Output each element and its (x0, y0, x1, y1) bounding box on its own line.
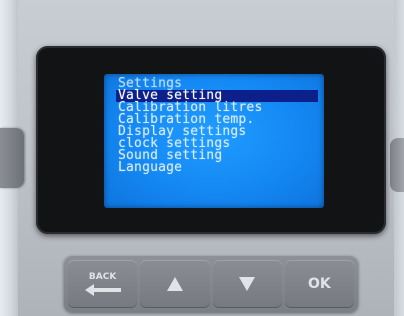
ok-button-label: OK (308, 276, 331, 292)
down-button[interactable] (212, 260, 282, 308)
right-side-tab (390, 138, 404, 192)
back-button[interactable]: BACK (68, 260, 138, 308)
menu-item-language[interactable]: Language (116, 161, 318, 174)
lcd-screen: Settings Valve setting Calibration litre… (104, 74, 324, 208)
triangle-up-icon (166, 277, 183, 291)
back-button-label: BACK (88, 272, 117, 282)
ok-button[interactable]: OK (284, 260, 354, 308)
left-side-tab (0, 128, 24, 188)
triangle-down-icon (239, 277, 256, 291)
keypad: BACK OK (64, 256, 358, 312)
up-button[interactable] (140, 260, 210, 308)
settings-menu: Settings Valve setting Calibration litre… (116, 77, 318, 174)
back-arrow-icon (84, 284, 121, 296)
